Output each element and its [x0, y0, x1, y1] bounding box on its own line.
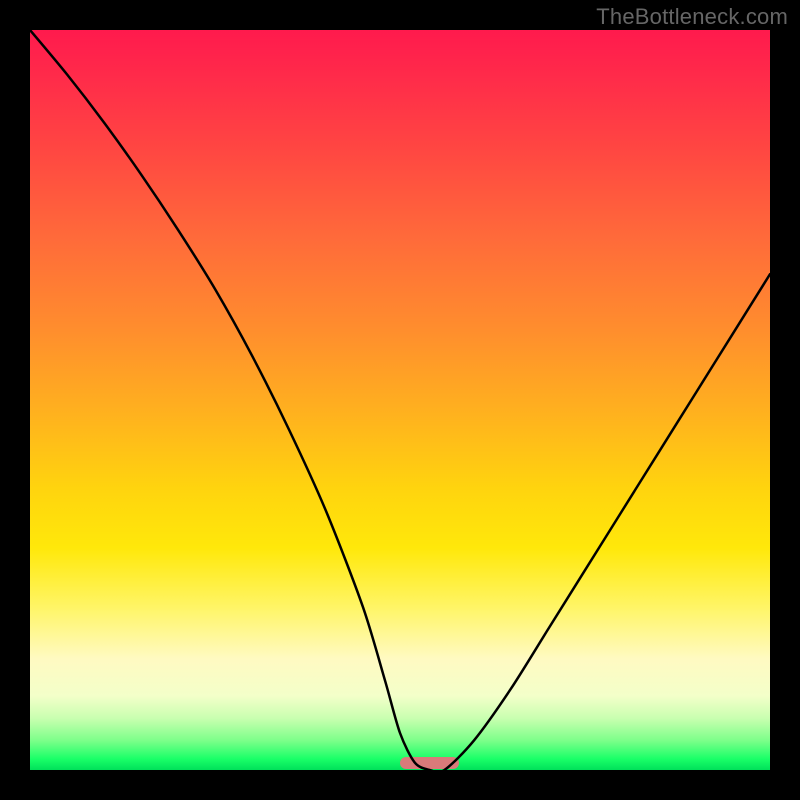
plot-area: [30, 30, 770, 770]
watermark-text: TheBottleneck.com: [596, 4, 788, 30]
background-gradient: [30, 30, 770, 770]
chart-frame: TheBottleneck.com: [0, 0, 800, 800]
